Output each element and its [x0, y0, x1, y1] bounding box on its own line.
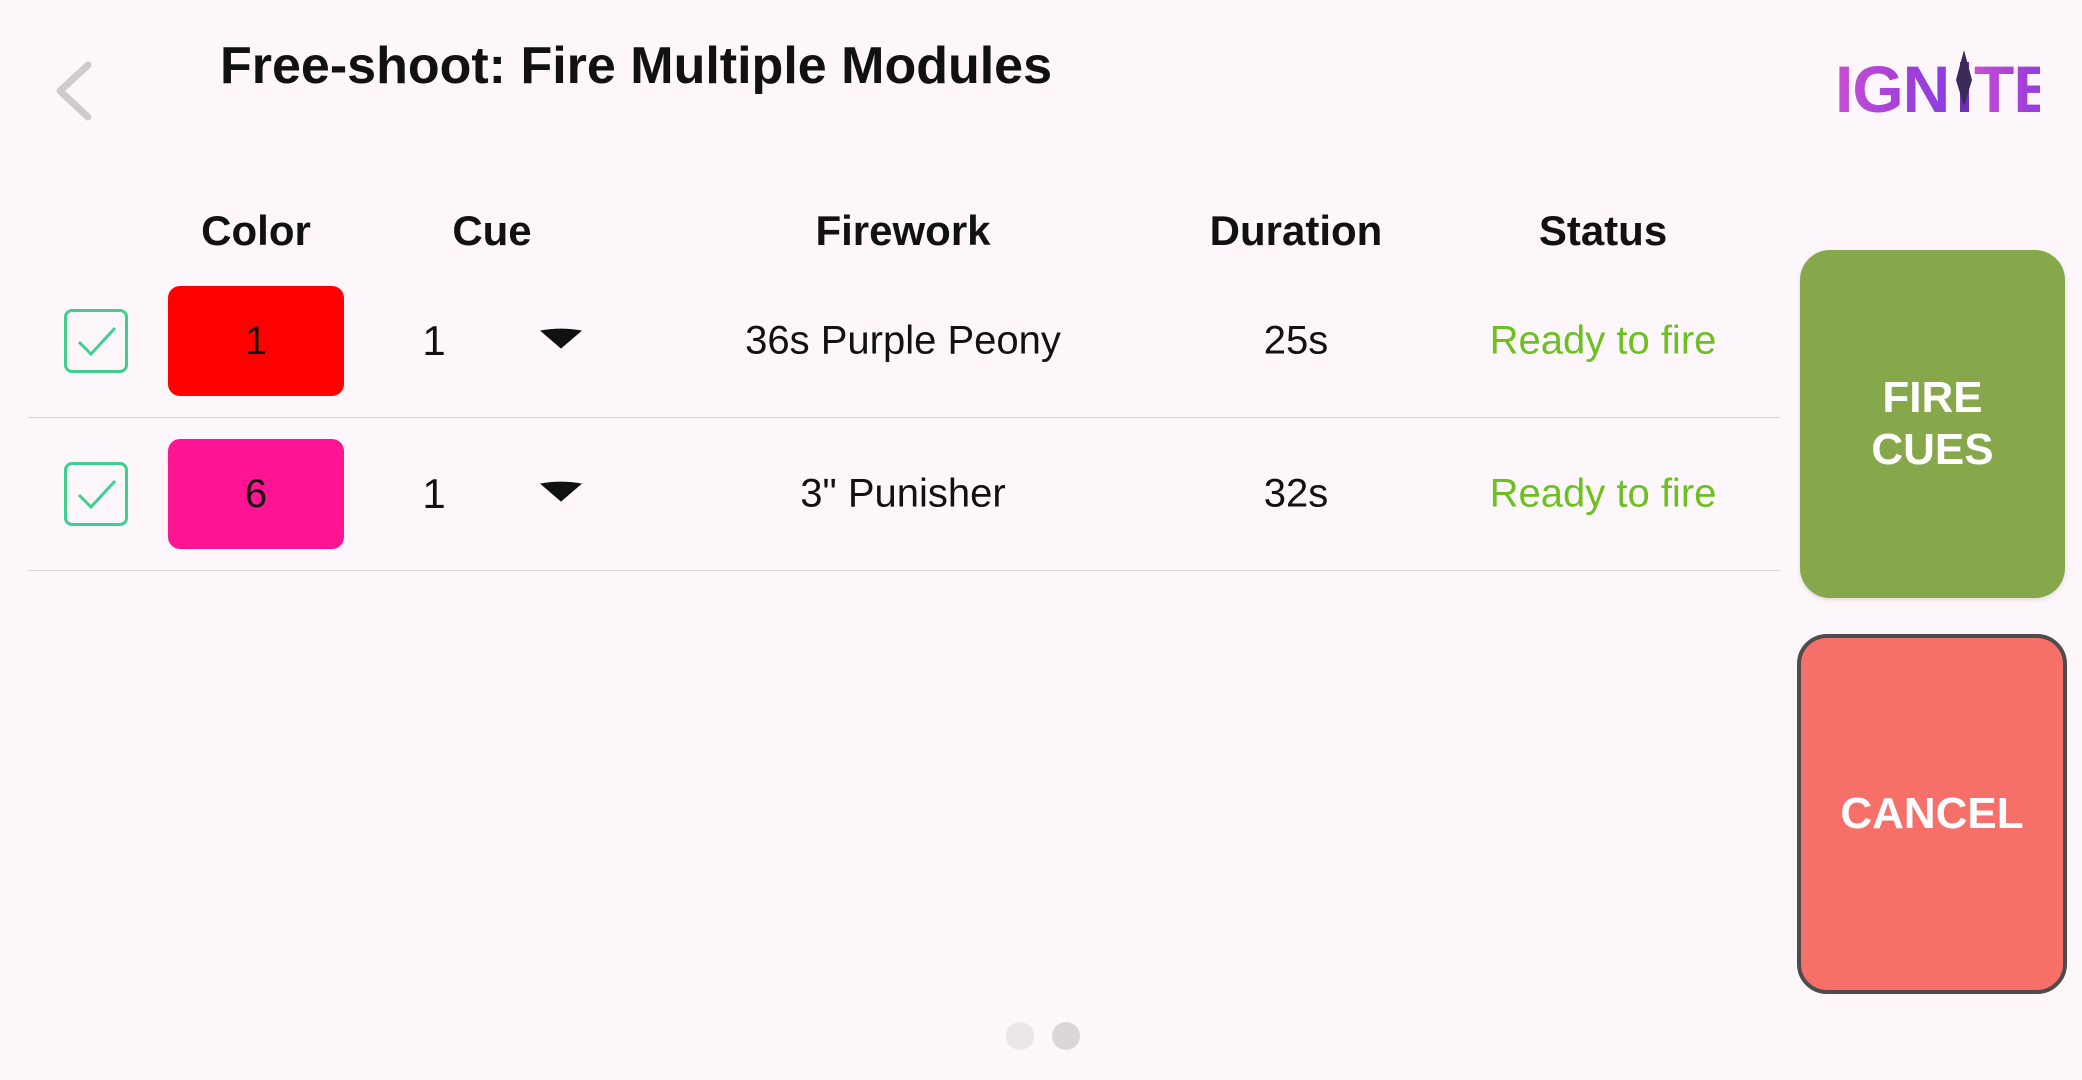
cancel-button[interactable]: CANCEL [1797, 634, 2067, 994]
cue-dropdown[interactable] [538, 480, 584, 504]
column-header-status: Status [1538, 207, 1668, 254]
cue-value: 1 [422, 317, 446, 364]
duration-value: 32s [1263, 471, 1329, 516]
cue-value: 1 [422, 470, 446, 517]
modules-table: Color Cue Firework Duration Status 1 1 3… [28, 195, 1780, 571]
module-color-swatch: 1 [168, 286, 344, 396]
status-text: Ready to fire [1489, 318, 1717, 363]
page-dot-1[interactable] [1006, 1022, 1034, 1050]
column-header-color: Color [201, 207, 311, 254]
caret-down-icon [540, 328, 582, 349]
column-header-duration: Duration [1209, 207, 1383, 254]
back-button[interactable] [40, 55, 110, 125]
page-title: Free-shoot: Fire Multiple Modules [220, 37, 1053, 95]
column-header-firework: Firework [815, 207, 991, 254]
firework-name: 36s Purple Peony [745, 318, 1061, 363]
caret-down-icon [540, 481, 582, 502]
fire-cues-button[interactable]: FIRE CUES [1800, 250, 2065, 598]
table-header: Color Cue Firework Duration Status [28, 195, 1780, 265]
table-row: 6 1 3" Punisher 32s Ready to fire [28, 418, 1780, 571]
column-header-cue: Cue [452, 207, 532, 254]
duration-value: 25s [1263, 318, 1329, 363]
page-indicator [1006, 1022, 1080, 1050]
table-row: 1 1 36s Purple Peony 25s Ready to fire [28, 265, 1780, 418]
chevron-left-icon [56, 61, 92, 121]
checkmark-icon [77, 326, 117, 357]
svg-text:TE: TE [1974, 52, 2040, 126]
firework-name: 3" Punisher [800, 471, 1006, 516]
fire-cues-label-line1: FIRE [1882, 373, 1983, 423]
checkmark-icon [77, 479, 117, 510]
logo-text: IGN [1835, 52, 1949, 126]
ignite-logo: IGN TE [1835, 50, 2057, 130]
module-color-swatch: 6 [168, 439, 344, 549]
logo-graphic: IGN TE [1835, 50, 2057, 126]
fire-cues-label-line2: CUES [1871, 425, 1994, 474]
row-checkbox[interactable] [64, 309, 128, 373]
cue-dropdown[interactable] [538, 327, 584, 351]
status-text: Ready to fire [1489, 471, 1717, 516]
row-checkbox[interactable] [64, 462, 128, 526]
page-dot-2[interactable] [1052, 1022, 1080, 1050]
